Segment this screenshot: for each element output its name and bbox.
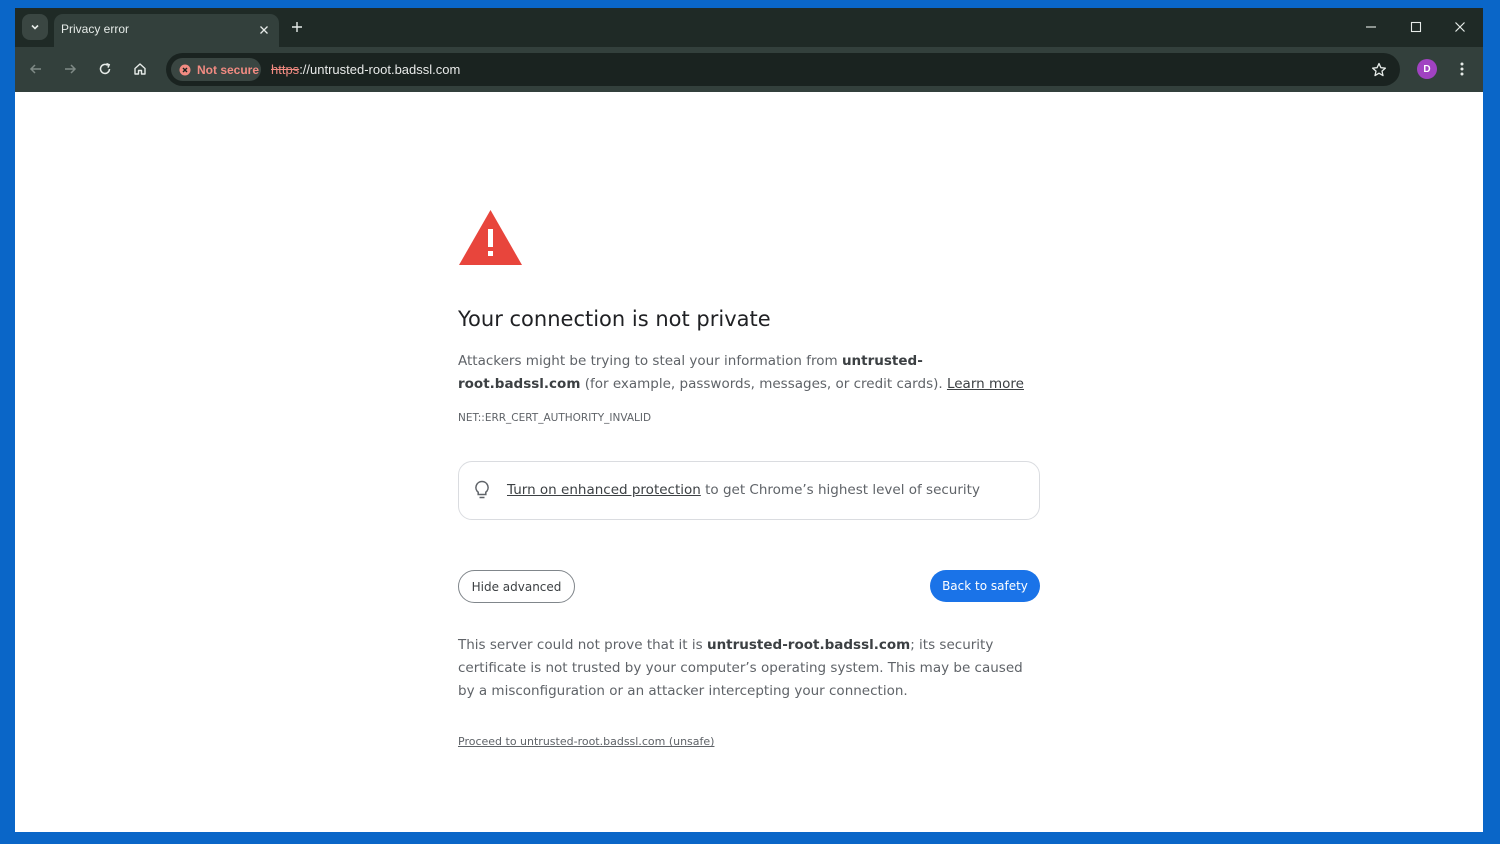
close-window-button[interactable] [1449, 16, 1471, 38]
new-tab-button[interactable] [287, 17, 307, 37]
hide-advanced-button[interactable]: Hide advanced [458, 570, 575, 603]
warning-triangle-icon [459, 210, 522, 265]
plus-icon [292, 22, 302, 32]
browser-window: Privacy error Not secure https://untrust… [15, 8, 1483, 832]
advanced-details-text: This server could not prove that it is u… [458, 634, 1040, 703]
home-button[interactable] [128, 57, 152, 81]
reload-button[interactable] [93, 57, 117, 81]
forward-button[interactable] [58, 57, 82, 81]
back-button[interactable] [24, 57, 48, 81]
explanation-prefix: Attackers might be trying to steal your … [458, 353, 842, 369]
learn-more-link[interactable]: Learn more [947, 376, 1024, 392]
explanation-suffix: (for example, passwords, messages, or cr… [580, 376, 947, 392]
page-content: Your connection is not private Attackers… [15, 92, 1483, 832]
tab-privacy-error[interactable]: Privacy error [54, 14, 279, 47]
minimize-icon [1366, 26, 1376, 28]
back-to-safety-button[interactable]: Back to safety [930, 570, 1040, 602]
tab-title: Privacy error [61, 22, 130, 36]
bookmark-button[interactable] [1368, 59, 1390, 81]
home-icon [134, 63, 146, 75]
proceed-unsafe-link[interactable]: Proceed to untrusted-root.badssl.com (un… [458, 735, 714, 748]
explanation-text: Attackers might be trying to steal your … [458, 350, 1040, 396]
star-icon [1371, 62, 1387, 77]
not-secure-icon [179, 64, 191, 75]
tab-close-button[interactable] [255, 21, 273, 39]
close-icon [260, 26, 268, 34]
more-menu-button[interactable] [1451, 58, 1473, 80]
chevron-down-icon [31, 24, 39, 30]
lightbulb-icon [475, 480, 489, 499]
reload-icon [99, 62, 111, 75]
promo-suffix: to get Chrome’s highest level of securit… [700, 482, 980, 498]
address-bar[interactable]: Not secure https://untrusted-root.badssl… [166, 53, 1400, 86]
more-menu-icon [1460, 62, 1464, 76]
tab-strip: Privacy error [15, 8, 1483, 47]
toolbar: Not secure https://untrusted-root.badssl… [15, 47, 1483, 92]
promo-text: Turn on enhanced protection to get Chrom… [507, 482, 980, 498]
tab-search-button[interactable] [22, 14, 48, 40]
url-text[interactable]: https://untrusted-root.badssl.com [271, 62, 460, 77]
minimize-button[interactable] [1360, 16, 1382, 38]
details-prefix: This server could not prove that it is [458, 637, 707, 653]
enhanced-protection-link[interactable]: Turn on enhanced protection [507, 482, 701, 498]
maximize-button[interactable] [1405, 16, 1427, 38]
url-host: ://untrusted-root.badssl.com [299, 62, 461, 77]
site-info-chip[interactable]: Not secure [171, 58, 261, 81]
url-scheme: https [271, 62, 300, 77]
profile-avatar[interactable]: D [1417, 59, 1437, 79]
close-icon [1455, 22, 1465, 32]
back-arrow-icon [29, 64, 41, 74]
error-code: NET::ERR_CERT_AUTHORITY_INVALID [458, 412, 652, 424]
maximize-icon [1410, 21, 1422, 33]
enhanced-protection-promo: Turn on enhanced protection to get Chrom… [458, 461, 1040, 520]
not-secure-label: Not secure [197, 62, 260, 77]
details-domain: untrusted-root.badssl.com [706, 637, 911, 653]
page-title: Your connection is not private [458, 307, 771, 331]
forward-arrow-icon [65, 64, 77, 74]
